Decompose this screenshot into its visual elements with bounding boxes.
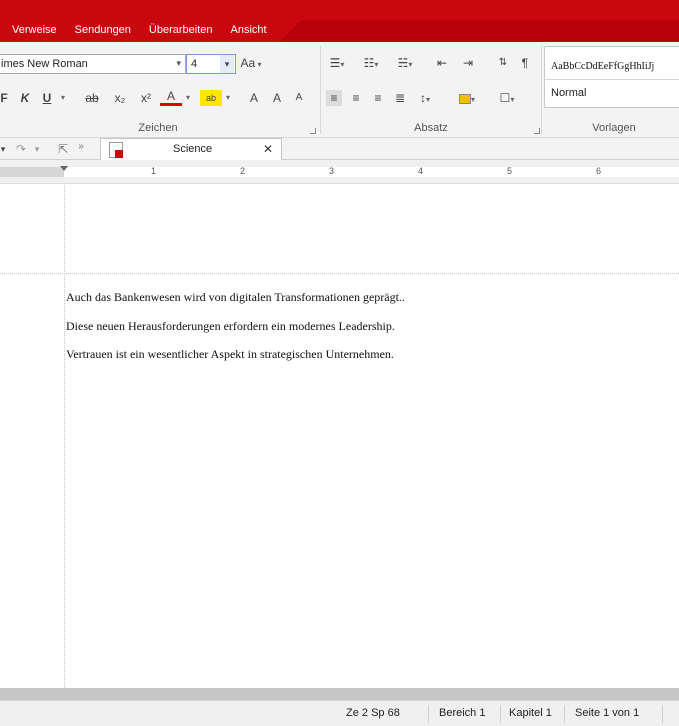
menu-tabs: Verweise Sendungen Überarbeiten Ansicht (0, 20, 276, 42)
indent-marker[interactable] (60, 166, 68, 171)
undo-icon[interactable]: ▾ (0, 141, 8, 157)
chevron-down-icon[interactable]: ▾ (176, 58, 181, 69)
align-right-icon[interactable]: ≡ (370, 90, 386, 106)
style-normal[interactable]: Normal (545, 79, 679, 107)
redo-icon[interactable]: ↷ (14, 141, 28, 157)
clear-formatting-icon[interactable]: A (246, 90, 262, 106)
shrink-font-icon[interactable]: A (292, 90, 306, 106)
font-name-value: imes New Roman (1, 58, 88, 70)
style-sample[interactable]: AaBbCcDdEeFfGgHhIiJj (551, 61, 654, 72)
strikethrough-button[interactable]: ab (84, 90, 100, 106)
status-bar: Ze 2 Sp 68 Bereich 1 Kapitel 1 Seite 1 v… (0, 700, 679, 726)
horizontal-ruler[interactable]: 1 2 3 4 5 6 (0, 160, 679, 184)
grow-font-icon[interactable]: A (270, 90, 284, 106)
multilevel-list-icon[interactable]: ☵▾ (394, 55, 416, 73)
paragraph[interactable]: Auch das Bankenwesen wird von digitalen … (66, 290, 405, 305)
group-label-font: Zeichen (138, 122, 178, 134)
more-icon[interactable]: » (76, 139, 86, 155)
ruler-number: 2 (240, 166, 246, 176)
menu-bar: Verweise Sendungen Überarbeiten Ansicht (0, 0, 679, 42)
status-separator (428, 705, 429, 723)
change-case-icon[interactable]: Aa ▾ (240, 55, 262, 73)
menu-bar-slant (270, 20, 310, 42)
bullet-list-icon[interactable]: ☰▾ (326, 55, 348, 73)
menu-tab-sendungen[interactable]: Sendungen (66, 20, 140, 42)
bold-button-partial[interactable]: F (0, 90, 8, 106)
status-separator (662, 705, 663, 723)
pilcrow-icon[interactable]: ¶ (518, 55, 532, 71)
group-separator (320, 46, 321, 134)
document-icon (109, 142, 123, 158)
menu-tab-ansicht[interactable]: Ansicht (222, 20, 276, 42)
status-section[interactable]: Bereich 1 (439, 707, 485, 719)
menu-tab-ueberarbeiten[interactable]: Überarbeiten (140, 20, 222, 42)
underline-button[interactable]: U (40, 90, 54, 106)
chevron-down-icon[interactable]: ▾ (32, 141, 42, 157)
ruler-number: 1 (151, 166, 157, 176)
justify-icon[interactable]: ≣ (392, 90, 408, 106)
group-label-styles: Vorlagen (592, 122, 636, 134)
border-icon[interactable]: ☐▾ (496, 90, 518, 108)
group-label-paragraph: Absatz (414, 122, 448, 134)
ruler-number: 3 (329, 166, 335, 176)
ribbon: imes New Roman ▾ 4 ▾ Aa ▾ F K U ▾ ab x₂ … (0, 42, 679, 138)
chevron-down-icon[interactable]: ▾ (184, 90, 192, 106)
document-tab-bar: ▾ ↷ ▾ ⇱ » Science ✕ (0, 138, 679, 160)
ruler-number: 5 (507, 166, 513, 176)
ruler-number: 4 (418, 166, 424, 176)
group-separator (541, 46, 542, 134)
indent-decrease-icon[interactable]: ⇤ (434, 55, 450, 71)
paragraph-dialog-launcher[interactable] (534, 128, 540, 134)
status-cursor-position[interactable]: Ze 2 Sp 68 (346, 707, 400, 719)
font-size-combobox[interactable]: 4 ▾ (186, 54, 236, 74)
menu-tab-verweise[interactable]: Verweise (0, 20, 66, 42)
sort-icon[interactable]: ⇅ (496, 55, 510, 71)
status-separator (500, 705, 501, 723)
top-margin-guide (0, 273, 679, 274)
font-size-value: 4 (191, 58, 198, 70)
font-color-button[interactable]: A (160, 90, 182, 106)
align-center-icon[interactable]: ≡ (348, 90, 364, 106)
styles-gallery: AaBbCcDdEeFfGgHhIiJj Normal (544, 46, 679, 108)
menu-bar-fill (300, 20, 679, 42)
italic-button[interactable]: K (18, 90, 32, 106)
close-icon[interactable]: ✕ (263, 142, 273, 156)
align-left-icon[interactable]: ≡ (326, 90, 342, 106)
left-margin-guide (64, 185, 65, 688)
indent-increase-icon[interactable]: ⇥ (460, 55, 476, 71)
subscript-button[interactable]: x₂ (112, 90, 128, 106)
paragraph[interactable]: Diese neuen Herausforderungen erfordern … (66, 319, 395, 334)
chevron-down-icon[interactable]: ▾ (58, 90, 68, 106)
shading-icon[interactable]: ▾ (456, 90, 478, 108)
ruler-left-margin (0, 167, 64, 177)
ruler-number: 6 (596, 166, 602, 176)
status-chapter[interactable]: Kapitel 1 (509, 707, 552, 719)
numbered-list-icon[interactable]: ☷▾ (360, 55, 382, 73)
status-separator (564, 705, 565, 723)
document-canvas[interactable]: Auch das Bankenwesen wird von digitalen … (0, 185, 679, 688)
font-dialog-launcher[interactable] (310, 128, 316, 134)
highlight-button[interactable]: ab (200, 90, 222, 106)
horizontal-scrollbar[interactable] (0, 688, 679, 700)
document-tab[interactable]: Science ✕ (100, 138, 282, 160)
document-tab-title: Science (173, 143, 213, 155)
ruler-track (0, 167, 679, 177)
paragraph[interactable]: Vertrauen ist ein wesentlicher Aspekt in… (66, 347, 394, 362)
status-page[interactable]: Seite 1 von 1 (575, 707, 639, 719)
superscript-button[interactable]: x² (138, 90, 154, 106)
font-name-combobox[interactable]: imes New Roman ▾ (0, 54, 186, 74)
pointer-icon[interactable]: ⇱ (56, 141, 70, 157)
line-spacing-icon[interactable]: ↕▾ (414, 90, 436, 108)
chevron-down-icon[interactable]: ▾ (220, 55, 234, 73)
chevron-down-icon[interactable]: ▾ (224, 90, 232, 106)
